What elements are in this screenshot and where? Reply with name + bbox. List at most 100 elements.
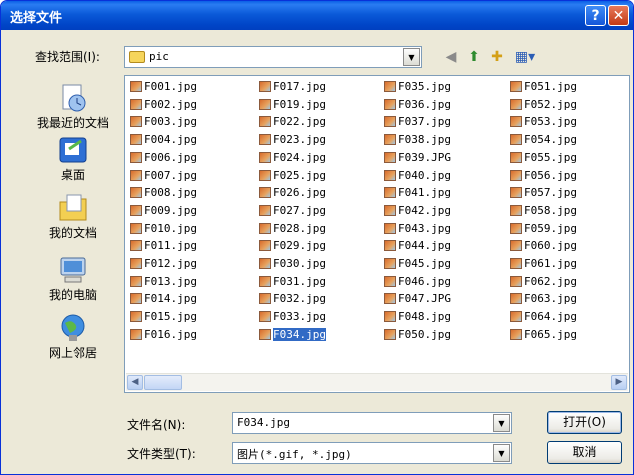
file-item[interactable]: F038.jpg <box>384 132 453 148</box>
open-button[interactable]: 打开(O) <box>547 411 622 434</box>
file-item[interactable]: F026.jpg <box>259 185 328 201</box>
file-item[interactable]: F058.jpg <box>510 203 579 219</box>
image-file-icon <box>384 151 396 163</box>
file-item[interactable]: F029.jpg <box>259 238 328 254</box>
file-item[interactable]: F056.jpg <box>510 168 579 184</box>
file-item[interactable]: F059.jpg <box>510 221 579 237</box>
scroll-left-icon[interactable]: ◀ <box>127 375 143 390</box>
file-item[interactable]: F041.jpg <box>384 185 453 201</box>
file-item[interactable]: F050.jpg <box>384 327 453 343</box>
file-item[interactable]: F028.jpg <box>259 221 328 237</box>
file-item[interactable]: F054.jpg <box>510 132 579 148</box>
file-item[interactable]: F022.jpg <box>259 114 328 130</box>
file-item[interactable]: F060.jpg <box>510 238 579 254</box>
image-file-icon <box>130 169 142 181</box>
place-my-documents[interactable]: 我的文档 <box>35 193 111 241</box>
file-item[interactable]: F062.jpg <box>510 274 579 290</box>
chevron-down-icon[interactable]: ▼ <box>493 444 510 462</box>
file-name: F038.jpg <box>398 133 451 147</box>
up-folder-icon[interactable]: ⬆ <box>464 48 484 66</box>
image-file-icon <box>384 204 396 216</box>
horizontal-scrollbar[interactable]: ◀ ▶ <box>126 373 628 391</box>
file-item[interactable]: F015.jpg <box>130 309 199 325</box>
file-name: F045.jpg <box>398 257 451 270</box>
file-item[interactable]: F034.jpg <box>259 327 328 343</box>
scrollbar-thumb[interactable] <box>144 375 182 390</box>
file-item[interactable]: F063.jpg <box>510 291 579 307</box>
filename-input[interactable]: F034.jpg ▼ <box>232 412 512 434</box>
file-name: F055.jpg <box>524 150 577 164</box>
file-item[interactable]: F051.jpg <box>510 79 579 95</box>
file-item[interactable]: F014.jpg <box>130 291 199 307</box>
image-file-icon <box>259 328 271 340</box>
image-file-icon <box>510 328 522 340</box>
filename-value: F034.jpg <box>237 416 290 429</box>
image-file-icon <box>384 275 396 287</box>
file-item[interactable]: F009.jpg <box>130 203 199 219</box>
file-item[interactable]: F036.jpg <box>384 97 453 113</box>
file-item[interactable]: F006.jpg <box>130 150 199 166</box>
file-item[interactable]: F043.jpg <box>384 221 453 237</box>
file-item[interactable]: F010.jpg <box>130 221 199 237</box>
chevron-down-icon[interactable]: ▼ <box>493 414 510 432</box>
look-in-value: pic <box>149 50 169 63</box>
place-network[interactable]: 网上邻居 <box>35 313 111 361</box>
file-item[interactable]: F019.jpg <box>259 97 328 113</box>
file-item[interactable]: F032.jpg <box>259 291 328 307</box>
file-item[interactable]: F046.jpg <box>384 274 453 290</box>
file-item[interactable]: F061.jpg <box>510 256 579 272</box>
file-item[interactable]: F055.jpg <box>510 150 579 166</box>
place-my-computer[interactable]: 我的电脑 <box>35 255 111 303</box>
file-item[interactable]: F004.jpg <box>130 132 199 148</box>
help-button[interactable]: ? <box>585 5 606 26</box>
cancel-button[interactable]: 取消 <box>547 441 622 464</box>
file-item[interactable]: F065.jpg <box>510 327 579 343</box>
file-item[interactable]: F013.jpg <box>130 274 199 290</box>
file-item[interactable]: F024.jpg <box>259 150 328 166</box>
file-item[interactable]: F053.jpg <box>510 114 579 130</box>
file-item[interactable]: F035.jpg <box>384 79 453 95</box>
image-file-icon <box>130 187 142 199</box>
file-item[interactable]: F003.jpg <box>130 114 199 130</box>
file-item[interactable]: F002.jpg <box>130 97 199 113</box>
file-item[interactable]: F011.jpg <box>130 238 199 254</box>
file-item[interactable]: F044.jpg <box>384 238 453 254</box>
file-item[interactable]: F025.jpg <box>259 168 328 184</box>
chevron-down-icon[interactable]: ▼ <box>403 48 420 66</box>
file-item[interactable]: F047.JPG <box>384 291 453 307</box>
view-menu-icon[interactable]: ▦▾ <box>511 48 539 66</box>
file-item[interactable]: F030.jpg <box>259 256 328 272</box>
look-in-dropdown[interactable]: pic ▼ <box>124 46 422 68</box>
new-folder-icon[interactable]: ✚ <box>487 48 507 66</box>
file-item[interactable]: F017.jpg <box>259 79 328 95</box>
scroll-right-icon[interactable]: ▶ <box>611 375 627 390</box>
file-item[interactable]: F007.jpg <box>130 168 199 184</box>
file-item[interactable]: F039.JPG <box>384 150 453 166</box>
file-item[interactable]: F052.jpg <box>510 97 579 113</box>
place-recent[interactable]: 我最近的文档 <box>35 83 111 131</box>
image-file-icon <box>510 187 522 199</box>
file-list[interactable]: ◀ ▶ F001.jpg F002.jpg F003.jpg F004.jpg F006… <box>124 75 630 393</box>
file-item[interactable]: F001.jpg <box>130 79 199 95</box>
file-item[interactable]: F016.jpg <box>130 327 199 343</box>
file-item[interactable]: F042.jpg <box>384 203 453 219</box>
file-item[interactable]: F012.jpg <box>130 256 199 272</box>
file-item[interactable]: F064.jpg <box>510 309 579 325</box>
window-title: 选择文件 <box>10 11 63 26</box>
file-item[interactable]: F008.jpg <box>130 185 199 201</box>
close-button[interactable]: ✕ <box>608 5 629 26</box>
file-item[interactable]: F045.jpg <box>384 256 453 272</box>
file-item[interactable]: F033.jpg <box>259 309 328 325</box>
file-item[interactable]: F037.jpg <box>384 114 453 130</box>
file-item[interactable]: F023.jpg <box>259 132 328 148</box>
back-icon[interactable]: ◀ <box>441 48 461 66</box>
file-name: F061.jpg <box>524 257 577 270</box>
file-item[interactable]: F048.jpg <box>384 309 453 325</box>
title-bar[interactable]: 选择文件 ? ✕ <box>1 1 633 30</box>
filetype-dropdown[interactable]: 图片(*.gif, *.jpg) ▼ <box>232 442 512 464</box>
file-item[interactable]: F057.jpg <box>510 185 579 201</box>
place-desktop[interactable]: 桌面 <box>35 135 111 183</box>
file-item[interactable]: F027.jpg <box>259 203 328 219</box>
file-item[interactable]: F031.jpg <box>259 274 328 290</box>
file-item[interactable]: F040.jpg <box>384 168 453 184</box>
